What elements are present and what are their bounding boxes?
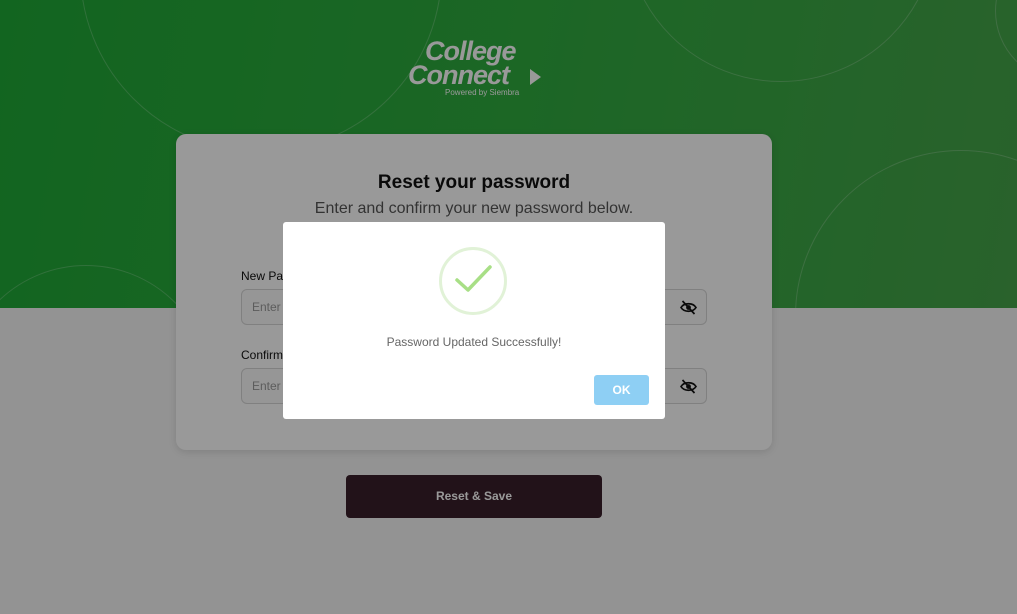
success-badge — [439, 247, 507, 315]
success-dialog: Password Updated Successfully! OK — [283, 222, 665, 419]
ok-button[interactable]: OK — [594, 375, 649, 405]
success-message: Password Updated Successfully! — [386, 335, 562, 349]
checkmark-icon — [455, 265, 492, 292]
